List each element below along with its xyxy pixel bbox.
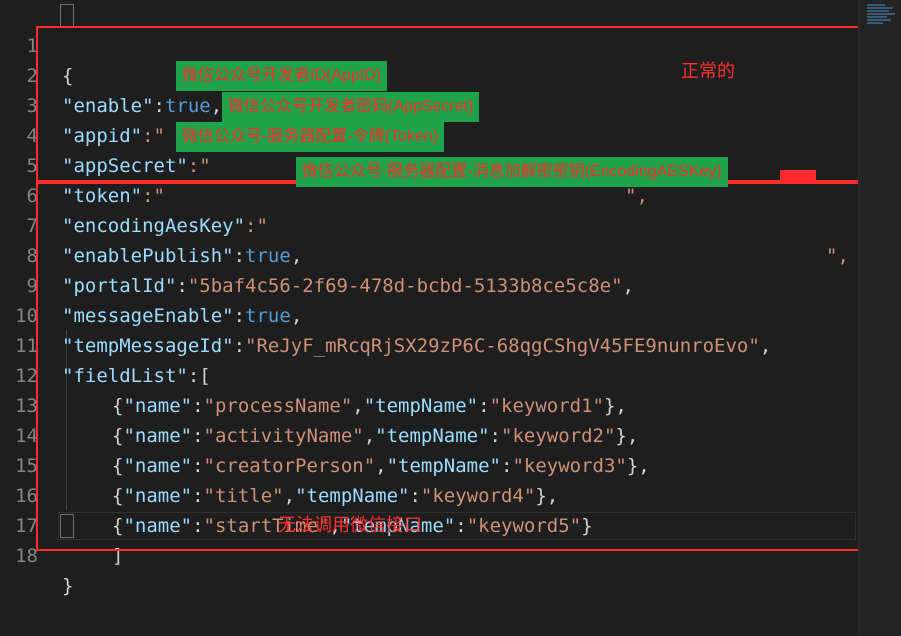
failing-config-box <box>36 182 865 551</box>
minimap[interactable] <box>859 0 901 636</box>
broken-note: 无法调用微信接口 <box>278 515 422 535</box>
close-brace: } <box>62 575 74 597</box>
appsecret-redaction-label: 微信公众号开发者密码(AppSecret) <box>222 92 480 122</box>
code-editor[interactable]: 1 { 2 "enable":true, 3 "appid":" , 4 "ap… <box>0 0 865 636</box>
minimap-preview <box>867 4 897 34</box>
line-number: 18 <box>15 545 38 567</box>
redaction-mark <box>780 170 816 184</box>
aeskey-redaction-label: 微信公众号-服务器配置-消息加解密密钥(EncodingAESKey) <box>296 157 728 187</box>
bracket-match-open <box>60 4 74 28</box>
appid-redaction-label: 微信公众号开发者ID(AppID) <box>176 61 388 91</box>
token-redaction-label: 微信公众号-服务器配置-令牌(Token) <box>176 122 445 152</box>
normal-note: 正常的 <box>681 61 735 81</box>
